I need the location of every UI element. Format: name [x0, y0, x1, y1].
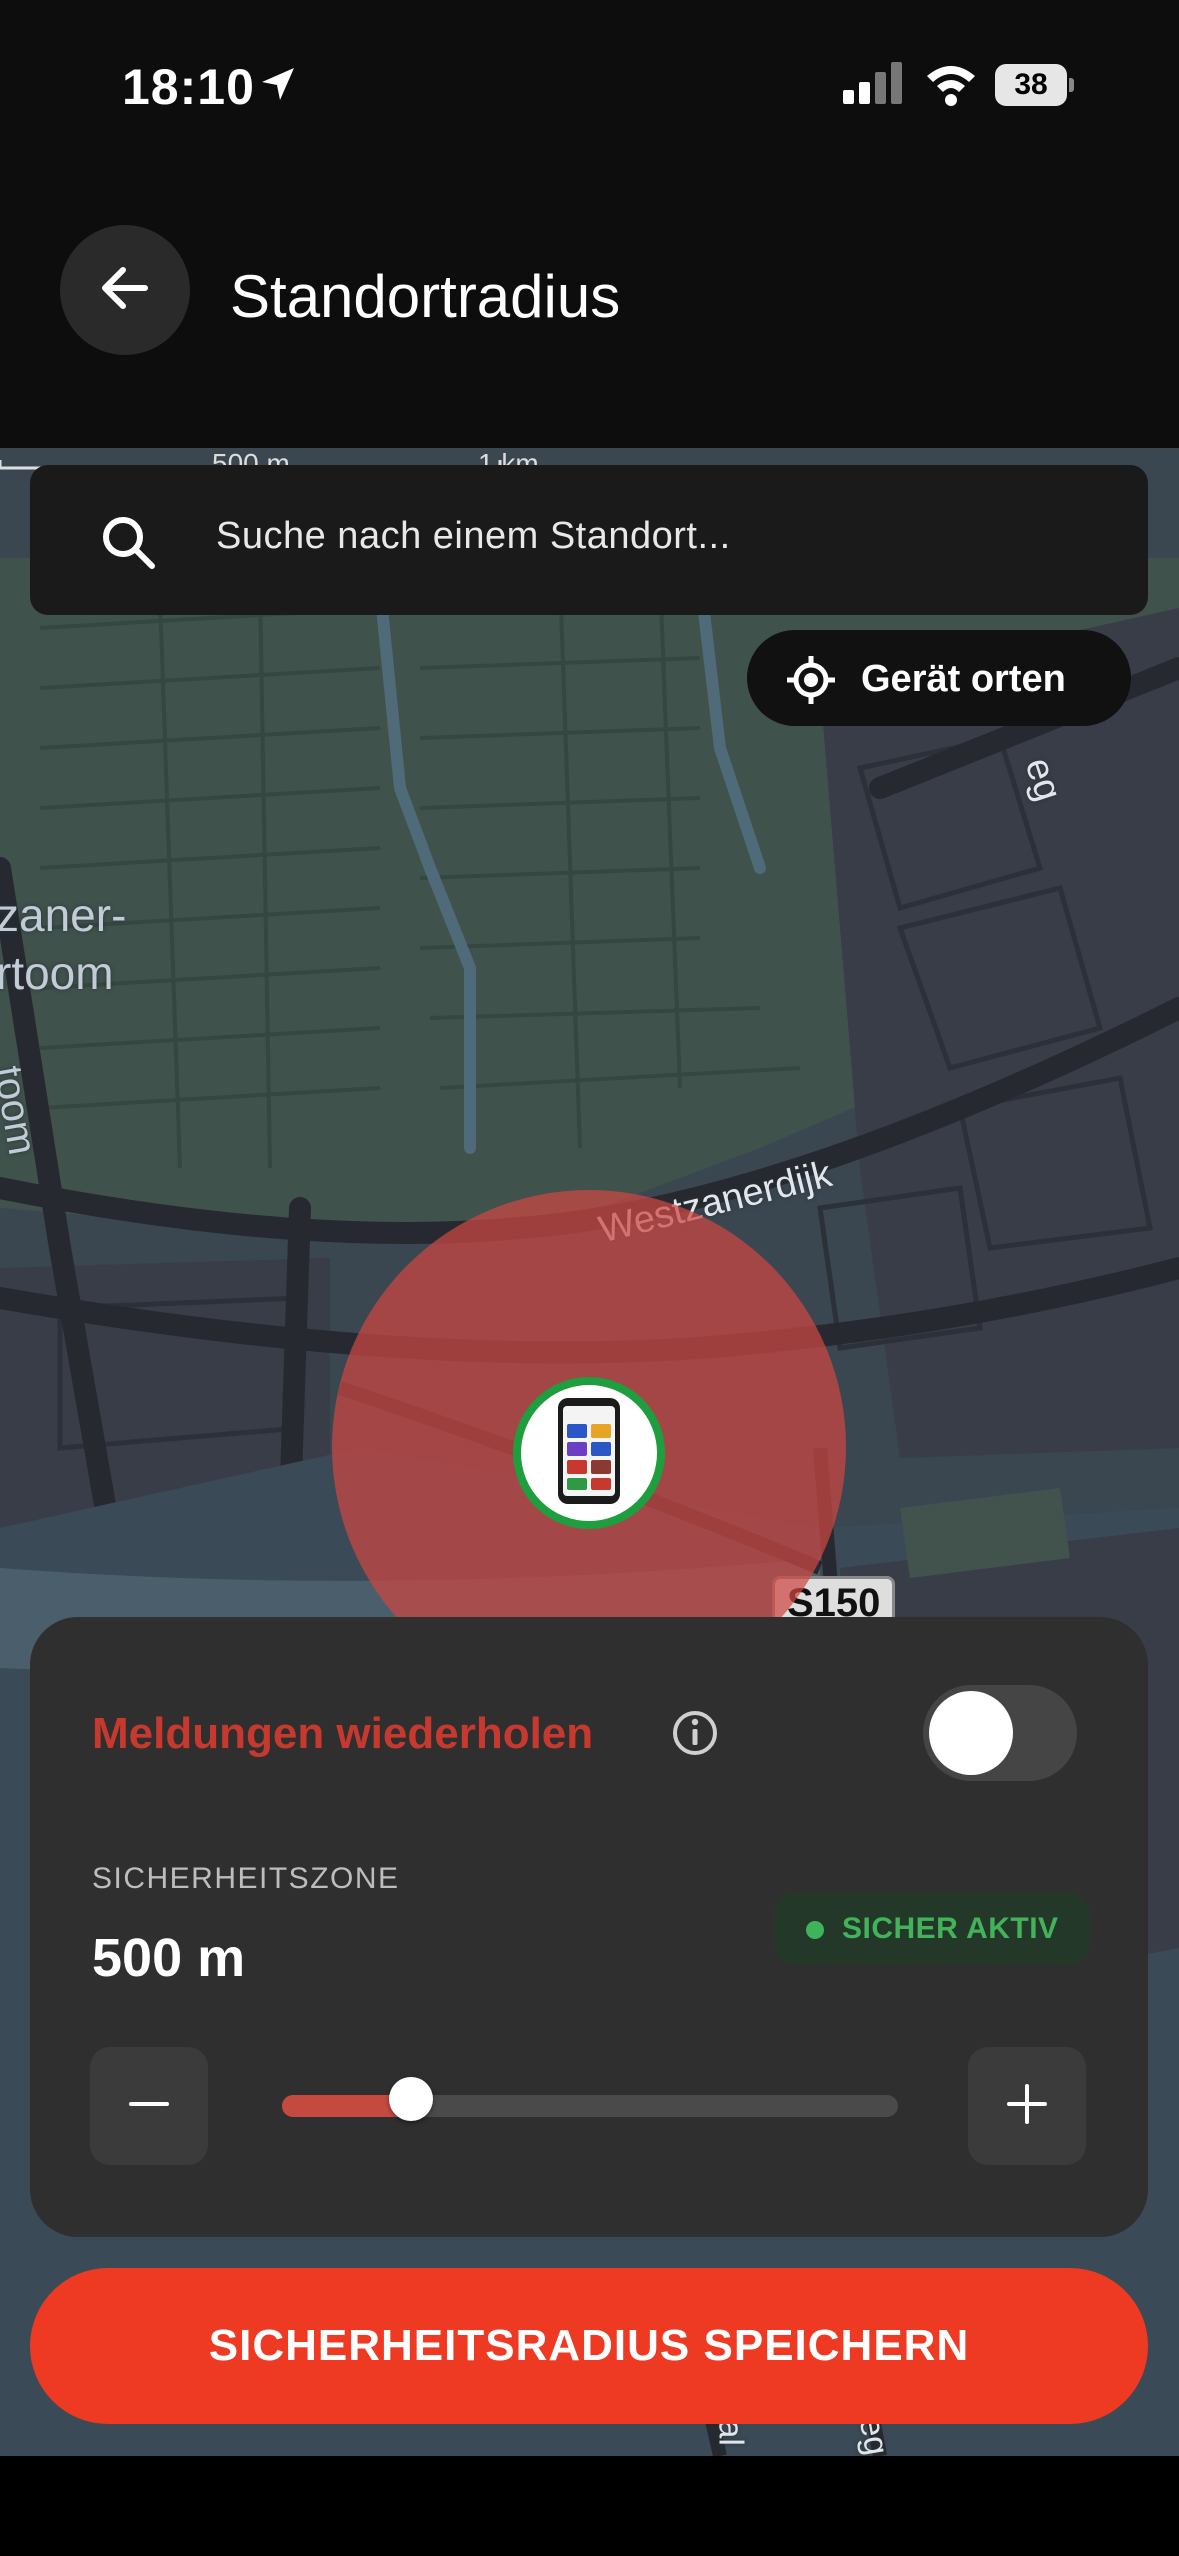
increase-radius-button[interactable] [968, 2047, 1086, 2165]
back-button[interactable] [60, 225, 190, 355]
locate-device-button[interactable]: Gerät orten [747, 630, 1131, 726]
crosshair-icon [787, 656, 835, 709]
status-badge: SICHER AKTIV [774, 1893, 1090, 1965]
arrow-left-icon [97, 260, 153, 321]
search-input[interactable]: Suche nach einem Standort... [216, 515, 731, 558]
map-area-label: zaner- [0, 889, 127, 941]
phone-icon [556, 1396, 622, 1511]
minus-icon [127, 2082, 171, 2131]
toggle-knob [929, 1691, 1013, 1775]
status-time: 18:10 [122, 59, 255, 115]
save-radius-button[interactable]: SICHERHEITSRADIUS SPEICHERN [30, 2268, 1148, 2424]
safety-zone-value: 500 m [92, 1928, 246, 1988]
info-icon[interactable] [671, 1709, 719, 1762]
map-area-label: rtoom [0, 947, 114, 999]
repeat-notifications-label: Meldungen wiederholen [92, 1709, 594, 1758]
bottom-bar [0, 2456, 1179, 2556]
radius-slider[interactable] [282, 2077, 898, 2121]
decrease-radius-button[interactable] [90, 2047, 208, 2165]
status-bar: 18:10 38 [0, 0, 1179, 180]
wifi-icon [925, 62, 977, 111]
battery-level: 38 [995, 64, 1067, 106]
page-title: Standortradius [230, 263, 621, 330]
plus-icon [1005, 2082, 1049, 2131]
locate-device-label: Gerät orten [861, 658, 1066, 700]
battery-icon: 38 [995, 64, 1074, 106]
device-marker[interactable] [513, 1377, 665, 1529]
radius-settings-panel: Meldungen wiederholen SICHERHEITSZONE 50… [30, 1617, 1148, 2237]
app-header: Standortradius [0, 180, 1179, 448]
status-badge-text: SICHER AKTIV [842, 1912, 1059, 1945]
search-bar[interactable]: Suche nach einem Standort... [30, 465, 1148, 615]
safety-zone-caption: SICHERHEITSZONE [92, 1862, 400, 1895]
repeat-notifications-toggle[interactable] [923, 1685, 1077, 1781]
search-icon [100, 514, 156, 575]
signal-icon [843, 62, 905, 111]
location-arrow-icon [258, 64, 298, 109]
save-radius-label: SICHERHEITSRADIUS SPEICHERN [208, 2321, 970, 2370]
status-dot [806, 1921, 824, 1939]
